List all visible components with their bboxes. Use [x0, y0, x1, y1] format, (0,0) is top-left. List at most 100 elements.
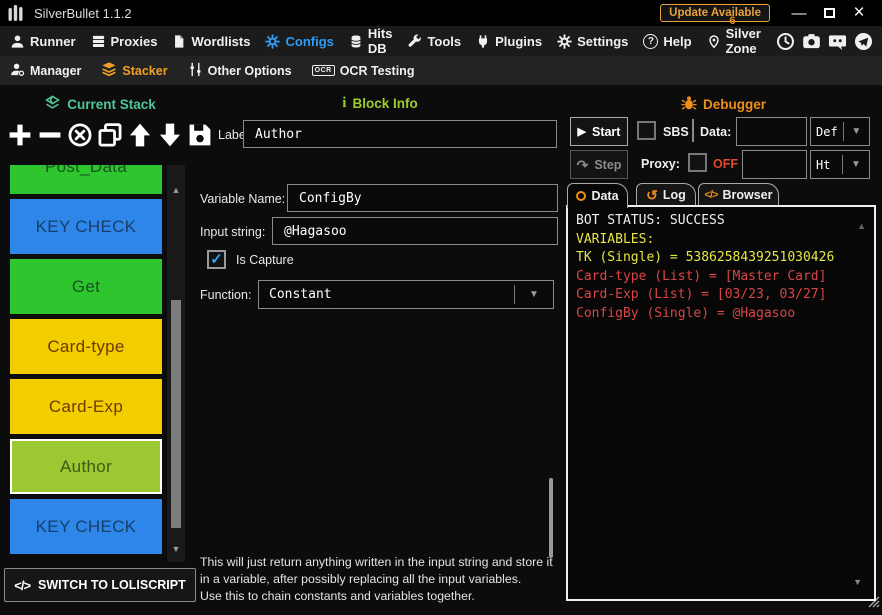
stack-block-selected[interactable]: Author [10, 439, 162, 494]
stack-scrollbar[interactable]: ▲ ▼ [167, 165, 185, 562]
variable-name-label: Variable Name: [200, 192, 285, 206]
scroll-down-icon[interactable]: ▼ [853, 577, 862, 587]
block-info-header: i Block Info [195, 95, 565, 112]
tab-browser[interactable]: </> Browser [698, 183, 779, 206]
check-icon: ✓ [210, 252, 223, 267]
data-label: Data: [700, 125, 731, 139]
block-description: This will just return anything written i… [200, 554, 562, 605]
menu-proxies[interactable]: Proxies [91, 34, 158, 49]
ocr-icon: OCR [312, 65, 335, 76]
chevron-down-icon: ▼ [515, 289, 553, 300]
stack-block[interactable]: Card-type [10, 319, 162, 374]
code-icon: </> [705, 189, 718, 201]
plug-icon [476, 34, 490, 49]
app-logo-icon [8, 4, 24, 22]
refresh-ring-icon [576, 191, 586, 201]
add-block-button[interactable] [6, 119, 34, 151]
telegram-icon[interactable] [854, 32, 873, 51]
submenu-manager[interactable]: Manager [10, 62, 81, 80]
input-string-label: Input string: [200, 225, 265, 239]
submenu-other-options[interactable]: Other Options [188, 62, 292, 80]
tab-log[interactable]: ↺ Log [636, 183, 696, 206]
variable-name-input[interactable]: ConfigBy [287, 184, 558, 212]
stack-block[interactable]: KEY CHECK [10, 199, 162, 254]
output-line: Card-Exp (List) = [03/23, 03/27] [576, 286, 866, 305]
sbs-label: SBS [663, 125, 689, 139]
wrench-icon [407, 34, 422, 49]
gear-icon [557, 34, 572, 49]
titlebar: SilverBullet 1.1.2 Update Available — × [0, 0, 882, 26]
stack-block[interactable]: Card-Exp [10, 379, 162, 434]
input-string-input[interactable]: @Hagasoo [272, 217, 558, 245]
debugger-output[interactable]: BOT STATUS: SUCCESS VARIABLES: TK (Singl… [566, 205, 876, 601]
location-pin-icon [707, 34, 721, 49]
clear-stack-button[interactable] [66, 119, 94, 151]
menu-tools[interactable]: Tools [407, 34, 461, 49]
move-down-button[interactable] [156, 119, 184, 151]
label-input[interactable]: Author [243, 120, 557, 148]
function-dropdown[interactable]: Constant ▼ [258, 280, 554, 309]
play-icon: ▶ [578, 125, 586, 138]
menu-silver-zone[interactable]: 6 Silver Zone [707, 26, 761, 56]
server-icon [91, 34, 106, 49]
stack-block[interactable]: Get [10, 259, 162, 314]
save-config-button[interactable] [186, 119, 214, 151]
scroll-up-icon[interactable]: ▲ [167, 185, 185, 195]
proxy-off-status: OFF [713, 157, 738, 171]
start-button[interactable]: ▶ Start [570, 117, 628, 146]
current-stack-header: Current Stack [0, 95, 200, 113]
menu-configs[interactable]: Configs [265, 34, 333, 49]
menu-help[interactable]: ? Help [643, 34, 691, 49]
menu-hits-db[interactable]: Hits DB [349, 26, 393, 56]
history-clock-icon[interactable] [776, 32, 795, 51]
menu-settings[interactable]: Settings [557, 34, 628, 49]
stack-block[interactable]: KEY CHECK [10, 499, 162, 554]
is-capture-label: Is Capture [236, 253, 294, 267]
debugger-header: Debugger [565, 95, 882, 114]
output-line: VARIABLES: [576, 231, 866, 250]
stack-block[interactable]: Post_Data [10, 165, 162, 194]
scrollbar-thumb[interactable] [171, 300, 181, 528]
proxy-checkbox[interactable] [688, 153, 707, 172]
app-window: SilverBullet 1.1.2 Update Available — × … [0, 0, 882, 615]
function-value: Constant [259, 287, 514, 302]
step-button[interactable]: ↷ Step [570, 150, 628, 179]
menu-plugins[interactable]: Plugins [476, 34, 542, 49]
camera-icon[interactable] [802, 32, 821, 51]
minimize-button[interactable]: — [784, 2, 814, 24]
maximize-button[interactable] [814, 2, 844, 24]
scroll-up-icon[interactable]: ▲ [857, 221, 866, 231]
menu-runner[interactable]: Runner [10, 34, 76, 49]
step-arrow-icon: ↷ [577, 158, 589, 172]
function-label: Function: [200, 288, 251, 302]
configs-submenubar: Manager Stacker Other Options OCR OCR Te… [0, 56, 882, 85]
wordlist-type-dropdown[interactable]: Def ▼ [810, 117, 870, 146]
titlebar-icon-group [776, 32, 873, 51]
proxy-type-value: Ht [811, 158, 842, 172]
question-icon: ? [643, 34, 658, 49]
proxy-input[interactable] [742, 150, 807, 179]
discord-icon[interactable] [828, 32, 847, 51]
clone-block-button[interactable] [96, 119, 124, 151]
maximize-icon [824, 8, 835, 18]
stack-list: Post_Data KEY CHECK Get Card-type Card-E… [10, 165, 162, 562]
is-capture-checkbox[interactable]: ✓ [207, 250, 226, 269]
file-icon [172, 34, 186, 49]
switch-to-loliscript-button[interactable]: </> SWITCH TO LOLISCRIPT [4, 568, 196, 602]
submenu-stacker[interactable]: Stacker [101, 61, 167, 80]
close-button[interactable]: × [844, 2, 874, 24]
data-input[interactable] [736, 117, 807, 146]
remove-block-button[interactable] [36, 119, 64, 151]
submenu-ocr-testing[interactable]: OCR OCR Testing [312, 64, 415, 78]
bug-icon [681, 95, 697, 114]
proxy-type-dropdown[interactable]: Ht ▼ [810, 150, 870, 179]
scroll-down-icon[interactable]: ▼ [167, 544, 185, 554]
tab-data[interactable]: Data [567, 183, 628, 208]
form-scrollbar-thumb[interactable] [549, 478, 553, 558]
sbs-checkbox[interactable] [637, 121, 656, 140]
stack-toolbar [6, 119, 214, 151]
stack-diamond-icon [44, 95, 61, 113]
update-available-button[interactable]: Update Available [660, 4, 770, 22]
move-up-button[interactable] [126, 119, 154, 151]
menu-wordlists[interactable]: Wordlists [172, 34, 250, 49]
